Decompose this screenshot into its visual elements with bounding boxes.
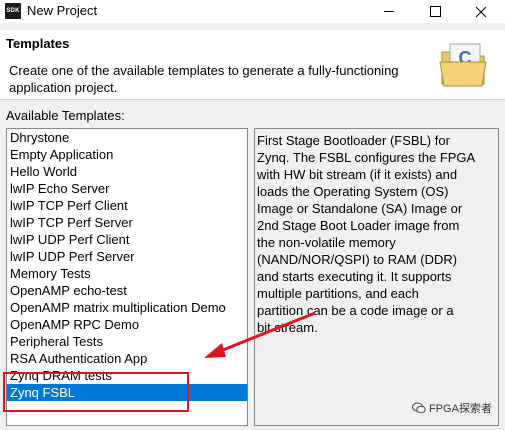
template-item[interactable]: lwIP Echo Server bbox=[7, 180, 247, 197]
maximize-button[interactable] bbox=[412, 0, 458, 23]
sdk-app-icon: SDK bbox=[5, 3, 21, 19]
page-title: Templates bbox=[6, 36, 70, 51]
minimize-button[interactable] bbox=[366, 0, 412, 23]
close-icon bbox=[475, 6, 487, 17]
template-item[interactable]: OpenAMP matrix multiplication Demo bbox=[7, 299, 247, 316]
template-item[interactable]: OpenAMP RPC Demo bbox=[7, 316, 247, 333]
title-bar: SDK New Project bbox=[0, 0, 505, 23]
template-item[interactable]: Peripheral Tests bbox=[7, 333, 247, 350]
close-button[interactable] bbox=[458, 0, 504, 23]
template-item[interactable]: lwIP TCP Perf Client bbox=[7, 197, 247, 214]
watermark: FPGA探索者 bbox=[412, 400, 492, 416]
new-project-folder-icon: C bbox=[439, 43, 487, 87]
page-description: Create one of the available templates to… bbox=[9, 63, 399, 95]
template-item[interactable]: OpenAMP echo-test bbox=[7, 282, 247, 299]
template-item[interactable]: lwIP TCP Perf Server bbox=[7, 214, 247, 231]
header-separator bbox=[0, 99, 505, 100]
template-item[interactable]: Memory Tests bbox=[7, 265, 247, 282]
highlight-annotation-box bbox=[3, 372, 189, 412]
template-item[interactable]: Dhrystone bbox=[7, 129, 247, 146]
template-item[interactable]: lwIP UDP Perf Client bbox=[7, 231, 247, 248]
template-item[interactable]: RSA Authentication App bbox=[7, 350, 247, 367]
wechat-icon bbox=[412, 402, 426, 414]
minimize-icon bbox=[384, 11, 394, 12]
template-item[interactable]: lwIP UDP Perf Server bbox=[7, 248, 247, 265]
template-item[interactable]: Hello World bbox=[7, 163, 247, 180]
available-templates-label: Available Templates: bbox=[6, 108, 125, 123]
wizard-header: Templates Create one of the available te… bbox=[0, 30, 505, 100]
watermark-text: FPGA探索者 bbox=[429, 403, 492, 415]
template-description-text: First Stage Bootloader (FSBL) for Zynq. … bbox=[257, 133, 476, 335]
window-title: New Project bbox=[27, 3, 98, 18]
template-description-panel: First Stage Bootloader (FSBL) for Zynq. … bbox=[254, 128, 499, 426]
maximize-icon bbox=[429, 6, 441, 17]
template-item[interactable]: Empty Application bbox=[7, 146, 247, 163]
